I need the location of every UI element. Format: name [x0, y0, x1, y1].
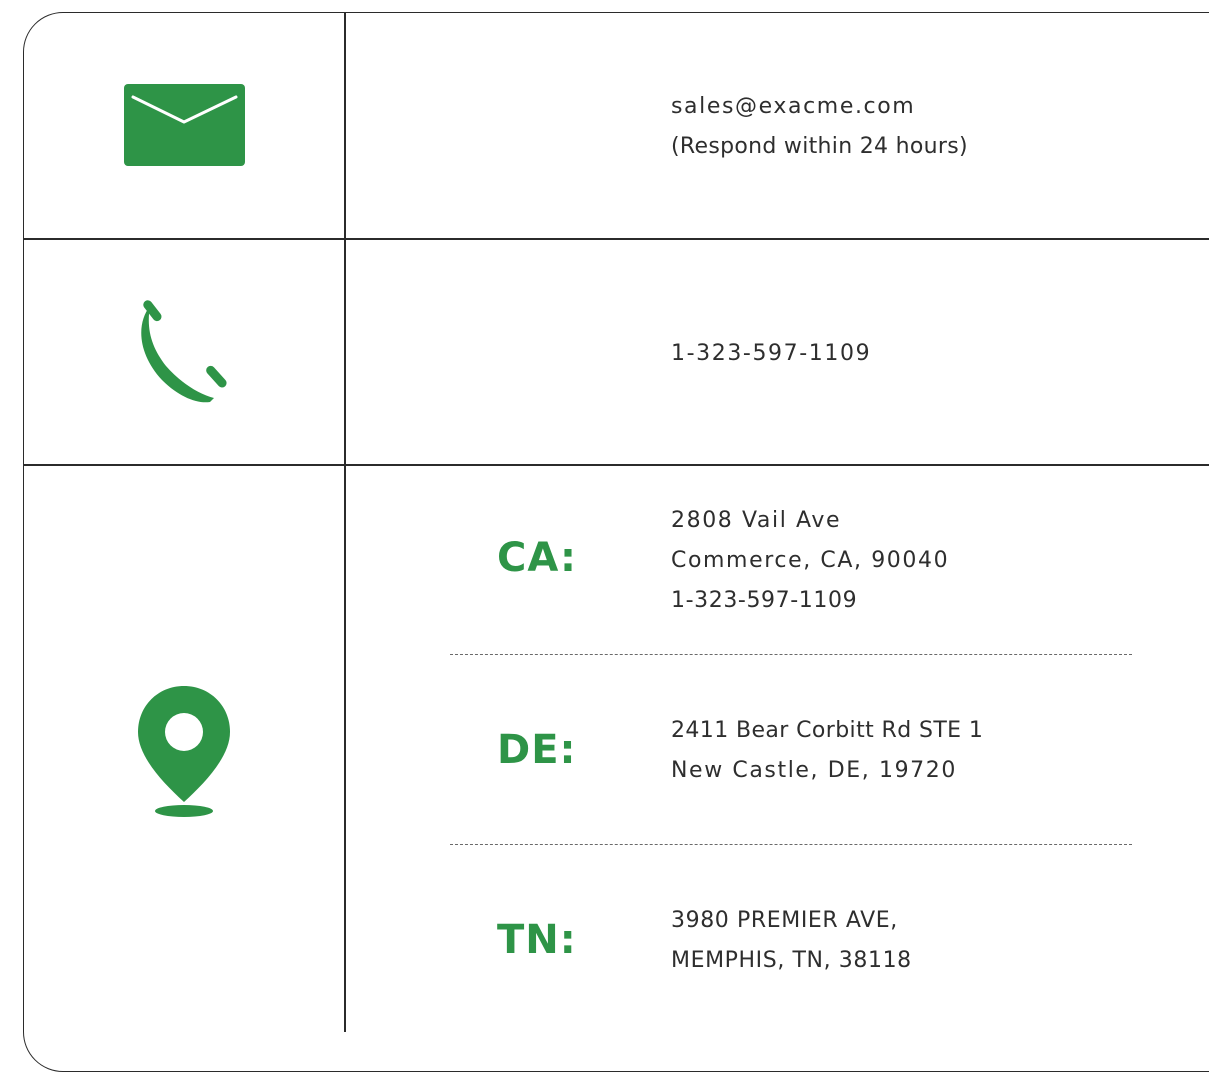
- tn-address-line-1: 3980 PREMIER AVE,: [671, 908, 898, 933]
- phone-number[interactable]: 1-323-597-1109: [671, 335, 871, 373]
- state-label-de: DE:: [497, 727, 577, 773]
- ca-address-line-2: Commerce, CA, 90040: [671, 548, 950, 573]
- state-label-tn: TN:: [497, 917, 577, 963]
- location-separator-1: [450, 654, 1132, 655]
- ca-phone[interactable]: 1-323-597-1109: [671, 582, 857, 620]
- de-address-line-1: 2411 Bear Corbitt Rd STE 1: [671, 718, 984, 743]
- phone-icon: [132, 296, 242, 410]
- ca-address-line-1: 2808 Vail Ave: [671, 508, 842, 533]
- row-divider-2: [23, 464, 1209, 466]
- email-note: (Respond within 24 hours): [671, 134, 968, 159]
- de-address-line-2: New Castle, DE, 19720: [671, 758, 957, 783]
- contact-card: [23, 12, 1209, 1072]
- map-pin-icon: [136, 684, 236, 824]
- email-icon: [124, 84, 246, 170]
- row-divider-1: [23, 238, 1209, 240]
- state-label-ca: CA:: [497, 535, 578, 581]
- column-divider: [344, 12, 346, 1032]
- location-separator-2: [450, 844, 1132, 845]
- tn-address-line-2: MEMPHIS, TN, 38118: [671, 948, 912, 973]
- email-address[interactable]: sales@exacme.com: [671, 88, 915, 126]
